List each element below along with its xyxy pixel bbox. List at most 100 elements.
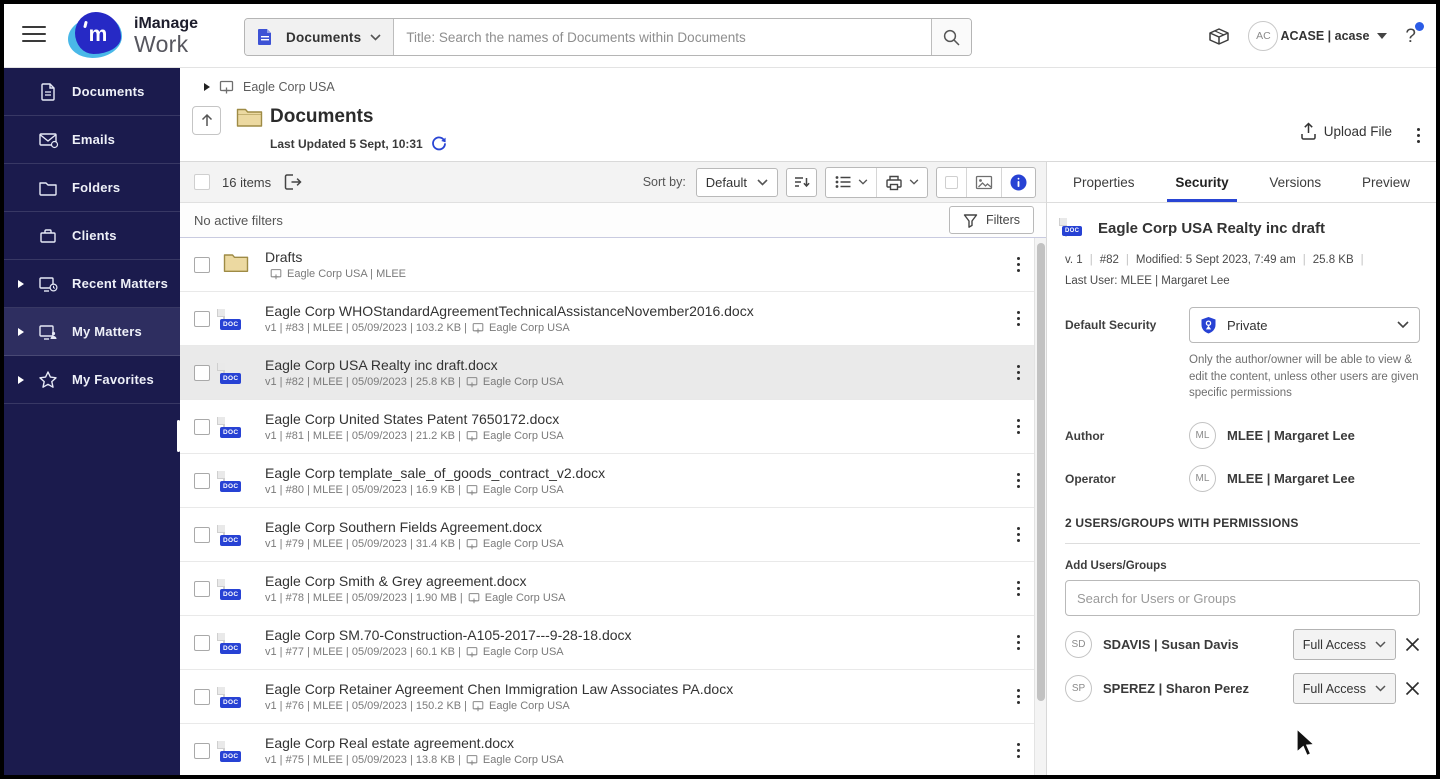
row-title[interactable]: Eagle Corp United States Patent 7650172.… [265,411,564,427]
document-row[interactable]: DOC Eagle Corp Real estate agreement.doc… [180,724,1034,775]
refresh-icon[interactable] [431,136,447,152]
document-row[interactable]: DOC Eagle Corp United States Patent 7650… [180,400,1034,454]
menu-toggle-button[interactable] [22,26,46,44]
tab-versions[interactable]: Versions [1269,162,1321,202]
last-user-label: Last User: MLEE | Margaret Lee [1065,275,1420,287]
tab-preview[interactable]: Preview [1362,162,1410,202]
row-title[interactable]: Eagle Corp WHOStandardAgreementTechnical… [265,303,754,319]
star-icon [38,370,68,390]
row-title[interactable]: Eagle Corp Southern Fields Agreement.doc… [265,519,564,535]
row-title[interactable]: Drafts [265,249,406,265]
sidebar-item-clients[interactable]: Clients [4,212,180,260]
breadcrumb-caret-icon[interactable] [204,83,210,91]
document-title: Eagle Corp USA Realty inc draft [1098,220,1325,237]
row-title[interactable]: Eagle Corp USA Realty inc draft.docx [265,357,564,373]
row-title[interactable]: Eagle Corp Retainer Agreement Chen Immig… [265,681,733,697]
sidebar-item-my-favorites[interactable]: My Favorites [4,356,180,404]
row-checkbox[interactable] [194,689,210,705]
document-row[interactable]: DOC Eagle Corp Retainer Agreement Chen I… [180,670,1034,724]
expand-caret-icon[interactable] [18,376,24,384]
navigate-up-button[interactable] [192,106,221,135]
access-level-dropdown[interactable]: Full Access [1293,629,1396,660]
document-row-selected[interactable]: DOC Eagle Corp USA Realty inc draft.docx… [180,346,1034,400]
folder-row[interactable]: Drafts Eagle Corp USA | MLEE [180,238,1034,292]
row-menu-button[interactable] [1013,577,1024,600]
doc-file-icon: DOC [223,418,249,436]
default-security-dropdown[interactable]: Private [1189,307,1420,343]
row-menu-button[interactable] [1013,253,1024,276]
list-scrollbar[interactable] [1034,238,1046,775]
row-menu-button[interactable] [1013,361,1024,384]
row-menu-button[interactable] [1013,523,1024,546]
tab-properties[interactable]: Properties [1073,162,1135,202]
user-menu[interactable]: AC ACASE | acase [1248,21,1387,51]
expand-caret-icon[interactable] [18,280,24,288]
document-row[interactable]: DOC Eagle Corp Southern Fields Agreement… [180,508,1034,562]
row-meta: v1 | #80 | MLEE | 05/09/2023 | 16.9 KB |… [265,484,605,496]
access-level-dropdown[interactable]: Full Access [1293,673,1396,704]
tray-icon[interactable] [1206,24,1232,48]
row-checkbox[interactable] [194,473,210,489]
access-level-value: Full Access [1303,682,1366,696]
document-row[interactable]: DOC Eagle Corp SM.70-Construction-A105-2… [180,616,1034,670]
row-checkbox[interactable] [194,311,210,327]
tab-security[interactable]: Security [1175,162,1228,202]
select-all-checkbox[interactable] [194,174,210,190]
sidebar-item-my-matters[interactable]: My Matters [4,308,180,356]
preview-checkbox[interactable] [945,176,958,189]
row-checkbox[interactable] [194,419,210,435]
upload-file-button[interactable]: Upload File [1300,122,1392,140]
row-menu-button[interactable] [1013,739,1024,762]
sidebar-item-recent-matters[interactable]: Recent Matters [4,260,180,308]
row-checkbox[interactable] [194,743,210,759]
print-dropdown[interactable] [876,168,927,197]
chevron-down-icon [1375,685,1386,692]
document-row[interactable]: DOC Eagle Corp WHOStandardAgreementTechn… [180,292,1034,346]
sort-dropdown[interactable]: Default [696,168,778,197]
row-checkbox[interactable] [194,581,210,597]
info-toggle[interactable] [1001,168,1035,197]
row-menu-button[interactable] [1013,415,1024,438]
list-scrollbar-thumb[interactable] [1037,243,1045,701]
row-title[interactable]: Eagle Corp template_sale_of_goods_contra… [265,465,605,481]
chevron-down-icon [1377,33,1387,39]
row-title[interactable]: Eagle Corp Real estate agreement.docx [265,735,564,751]
filters-button[interactable]: Filters [949,206,1034,234]
page-menu-button[interactable] [1413,124,1424,147]
row-checkbox[interactable] [194,527,210,543]
sort-order-button[interactable] [786,168,817,197]
row-checkbox[interactable] [194,635,210,651]
list-view-dropdown[interactable] [826,168,876,197]
sidebar-item-documents[interactable]: Documents [4,68,180,116]
row-menu-button[interactable] [1013,631,1024,654]
author-label: Author [1065,429,1189,443]
remove-user-button[interactable] [1405,637,1420,652]
search-button[interactable] [931,19,971,55]
security-help-text: Only the author/owner will be able to vi… [1189,352,1420,402]
document-row[interactable]: DOC Eagle Corp Smith & Grey agreement.do… [180,562,1034,616]
search-scope-dropdown[interactable]: Documents [245,19,394,55]
remove-user-button[interactable] [1405,681,1420,696]
export-icon[interactable] [283,173,303,191]
document-row[interactable]: DOC Eagle Corp template_sale_of_goods_co… [180,454,1034,508]
row-menu-button[interactable] [1013,685,1024,708]
breadcrumb[interactable]: Eagle Corp USA [204,80,335,94]
shield-icon [1200,316,1217,335]
sidebar-item-emails[interactable]: Emails [4,116,180,164]
row-title[interactable]: Eagle Corp Smith & Grey agreement.docx [265,573,565,589]
imanage-logo[interactable]: m iManage Work [68,12,198,60]
user-search-input[interactable] [1065,580,1420,616]
help-button[interactable]: ? [1403,24,1422,48]
row-checkbox[interactable] [194,257,210,273]
row-menu-button[interactable] [1013,307,1024,330]
brand-top: iManage [134,16,198,33]
thumbnail-toggle[interactable] [966,168,1001,197]
row-title[interactable]: Eagle Corp SM.70-Construction-A105-2017-… [265,627,632,643]
preview-checkbox-cell[interactable] [937,168,966,197]
operator-label: Operator [1065,472,1189,486]
sidebar-item-folders[interactable]: Folders [4,164,180,212]
row-checkbox[interactable] [194,365,210,381]
global-search-input[interactable] [394,19,931,55]
row-menu-button[interactable] [1013,469,1024,492]
expand-caret-icon[interactable] [18,328,24,336]
